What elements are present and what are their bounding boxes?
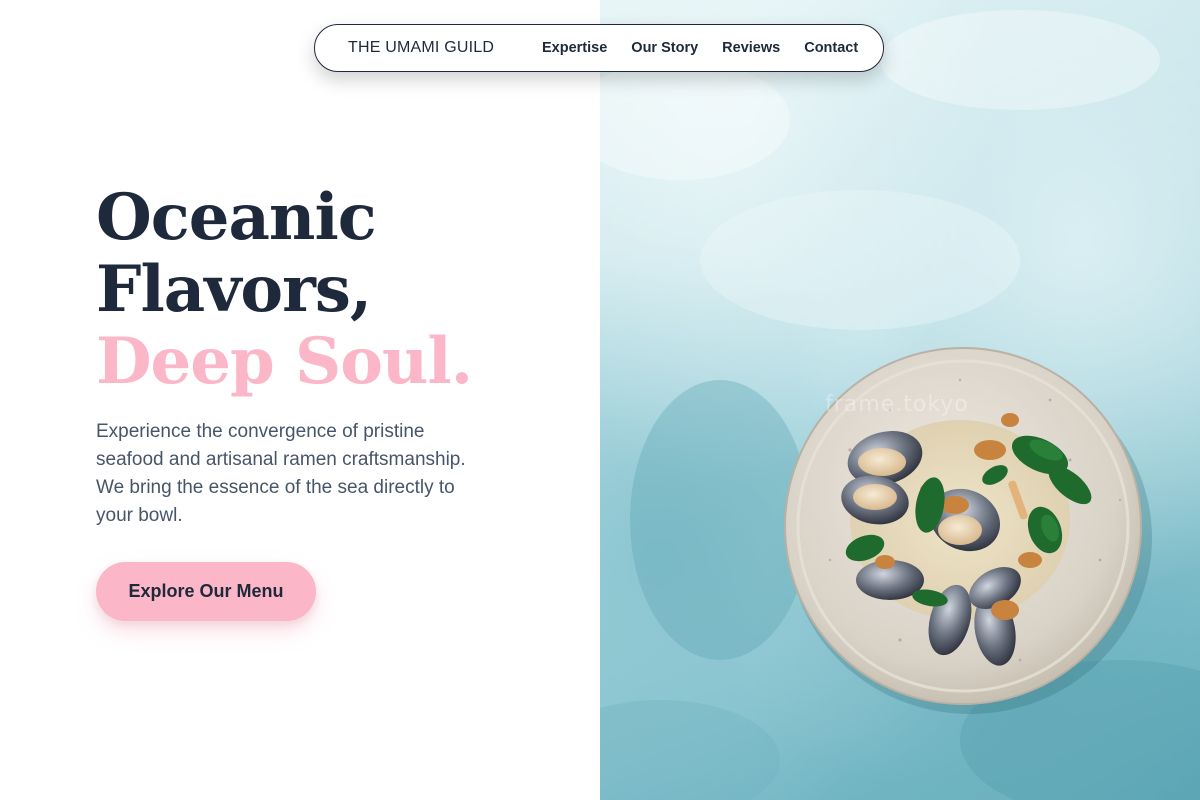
- top-navigation: THE UMAMI GUILD Expertise Our Story Revi…: [314, 24, 884, 72]
- hero-intro-text: Experience the convergence of pristine s…: [96, 421, 466, 526]
- brand-logo-text[interactable]: THE UMAMI GUILD: [348, 39, 494, 57]
- nav-link-expertise[interactable]: Expertise: [542, 40, 607, 56]
- headline-line-2: Flavors,: [96, 252, 372, 327]
- image-watermark: frame.tokyo: [825, 392, 969, 417]
- nav-link-reviews[interactable]: Reviews: [722, 40, 780, 56]
- hero-dish-image: frame.tokyo: [600, 0, 1200, 800]
- explore-menu-button[interactable]: Explore Our Menu: [96, 562, 316, 621]
- headline-line-1: Oceanic: [96, 180, 377, 255]
- headline-accent: Deep Soul.: [96, 324, 473, 399]
- hero-headline: Oceanic Flavors, Deep Soul.: [96, 180, 473, 399]
- nav-link-contact[interactable]: Contact: [804, 40, 858, 56]
- nav-link-our-story[interactable]: Our Story: [631, 40, 698, 56]
- nav-links: Expertise Our Story Reviews Contact: [542, 40, 858, 56]
